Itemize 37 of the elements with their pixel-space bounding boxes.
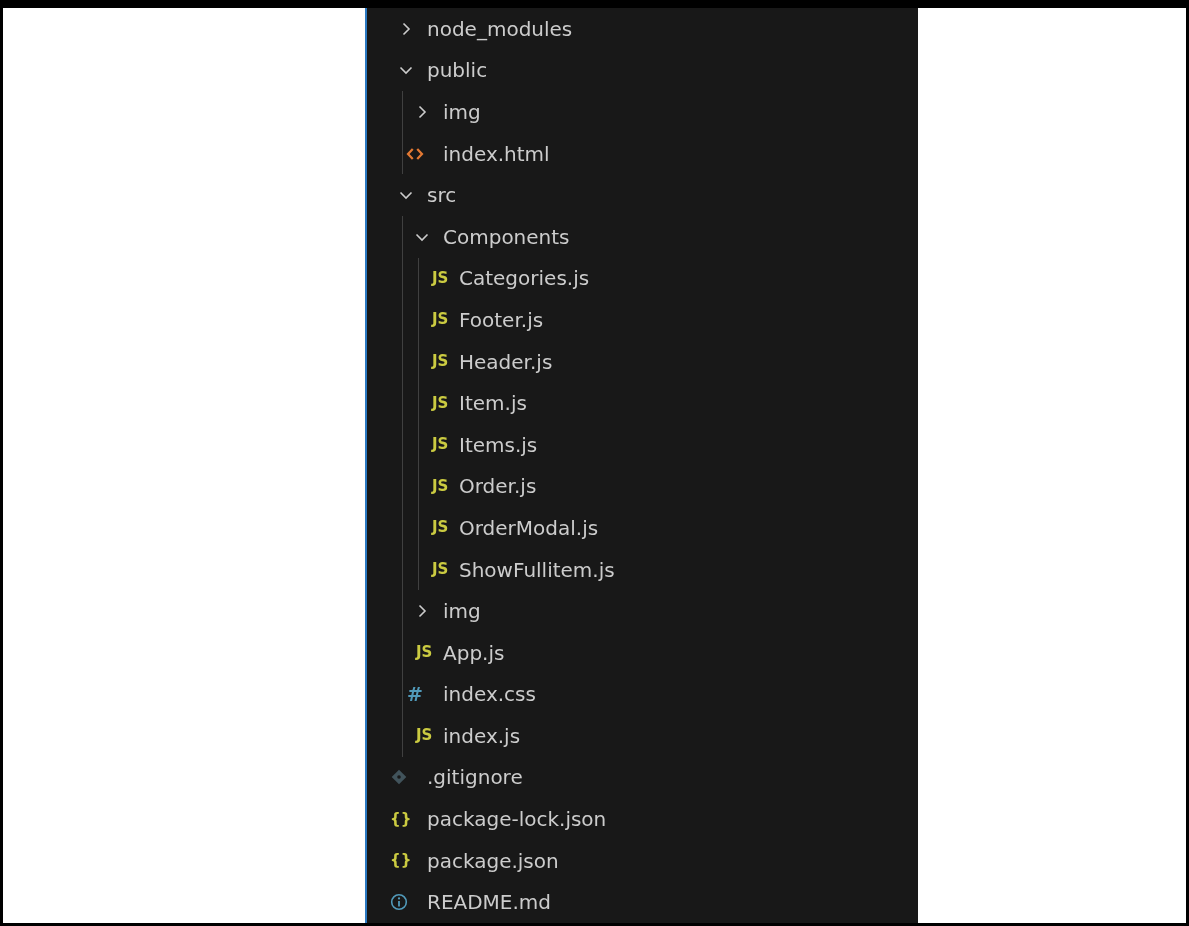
tree-item[interactable]: JS index.js [389,715,918,757]
tree-item[interactable]: Components [389,215,918,258]
js-file-icon: JS [432,562,449,577]
tree-item[interactable]: # index.css [389,673,918,716]
tree-item[interactable]: JS Item.js [389,382,918,424]
tree-item[interactable]: JS Categories.js [389,257,918,300]
tree-item[interactable]: .gitignore [389,756,918,799]
js-file-icon: JS [416,728,433,744]
tree-item[interactable]: JS App.js [389,631,918,674]
js-file-icon: JS [432,270,449,286]
info-icon [390,893,408,912]
tree-item[interactable]: img [389,590,918,632]
tree-item[interactable]: index.html [389,132,918,175]
js-file-icon: JS [432,395,449,411]
hash-file-icon: # [407,684,423,704]
js-file-icon: JS [416,645,433,661]
tree-item[interactable]: JS Footer.js [389,299,918,341]
js-file-icon: JS [432,437,449,453]
js-file-icon: JS [432,312,449,328]
tree-item[interactable]: README.md [389,881,918,923]
tree-item[interactable]: JS Items.js [389,423,918,466]
tree-item[interactable]: JS ShowFullitem.js [389,548,918,591]
tree-item[interactable]: public [389,49,918,92]
braces-file-icon: {} [390,811,412,827]
tree-item[interactable]: {} package.json [389,839,918,882]
diamond-file-icon [390,768,408,787]
js-file-icon: JS [432,354,449,370]
tree-item[interactable]: {} package-lock.json [389,798,918,840]
tree-item[interactable]: img [389,91,918,133]
tree-item[interactable]: src [389,174,918,216]
tree-item[interactable]: JS OrderModal.js [389,507,918,549]
tree-item[interactable]: JS Header.js [389,340,918,383]
tree-item[interactable]: node_modules [389,8,918,50]
js-file-icon: JS [432,520,449,536]
tree-item[interactable]: JS Order.js [389,465,918,508]
js-file-icon: JS [432,478,449,494]
braces-file-icon: {} [390,853,412,869]
